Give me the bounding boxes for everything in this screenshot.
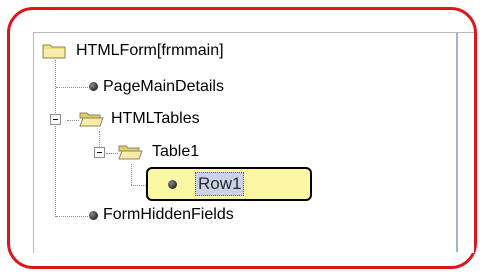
tree-node-row1-selected[interactable]: Row1 (195, 172, 245, 196)
scrollbar-edge[interactable] (456, 32, 458, 252)
tree-connector (56, 216, 88, 217)
bullet-icon (89, 82, 98, 91)
tree-node-page-main-details[interactable]: PageMainDetails (103, 77, 224, 97)
folder-open-icon (118, 143, 143, 160)
tree-connector (67, 120, 79, 121)
folder-icon (42, 42, 67, 59)
tree-node-table1[interactable]: Table1 (152, 142, 199, 162)
bullet-icon (168, 180, 177, 189)
tree-node-form-hidden-fields[interactable]: FormHiddenFields (103, 205, 234, 225)
collapse-toggle[interactable] (50, 114, 61, 125)
bullet-icon (89, 211, 98, 220)
tree-connector (56, 87, 88, 88)
tree-connector (106, 153, 118, 154)
tree-connector (131, 164, 132, 185)
tree-node-html-tables[interactable]: HTMLTables (111, 109, 200, 129)
folder-open-icon (79, 110, 104, 127)
tree-connector (55, 60, 56, 217)
collapse-toggle[interactable] (94, 147, 105, 158)
tree-node-root-label[interactable]: HTMLForm[frmmain] (76, 41, 224, 61)
